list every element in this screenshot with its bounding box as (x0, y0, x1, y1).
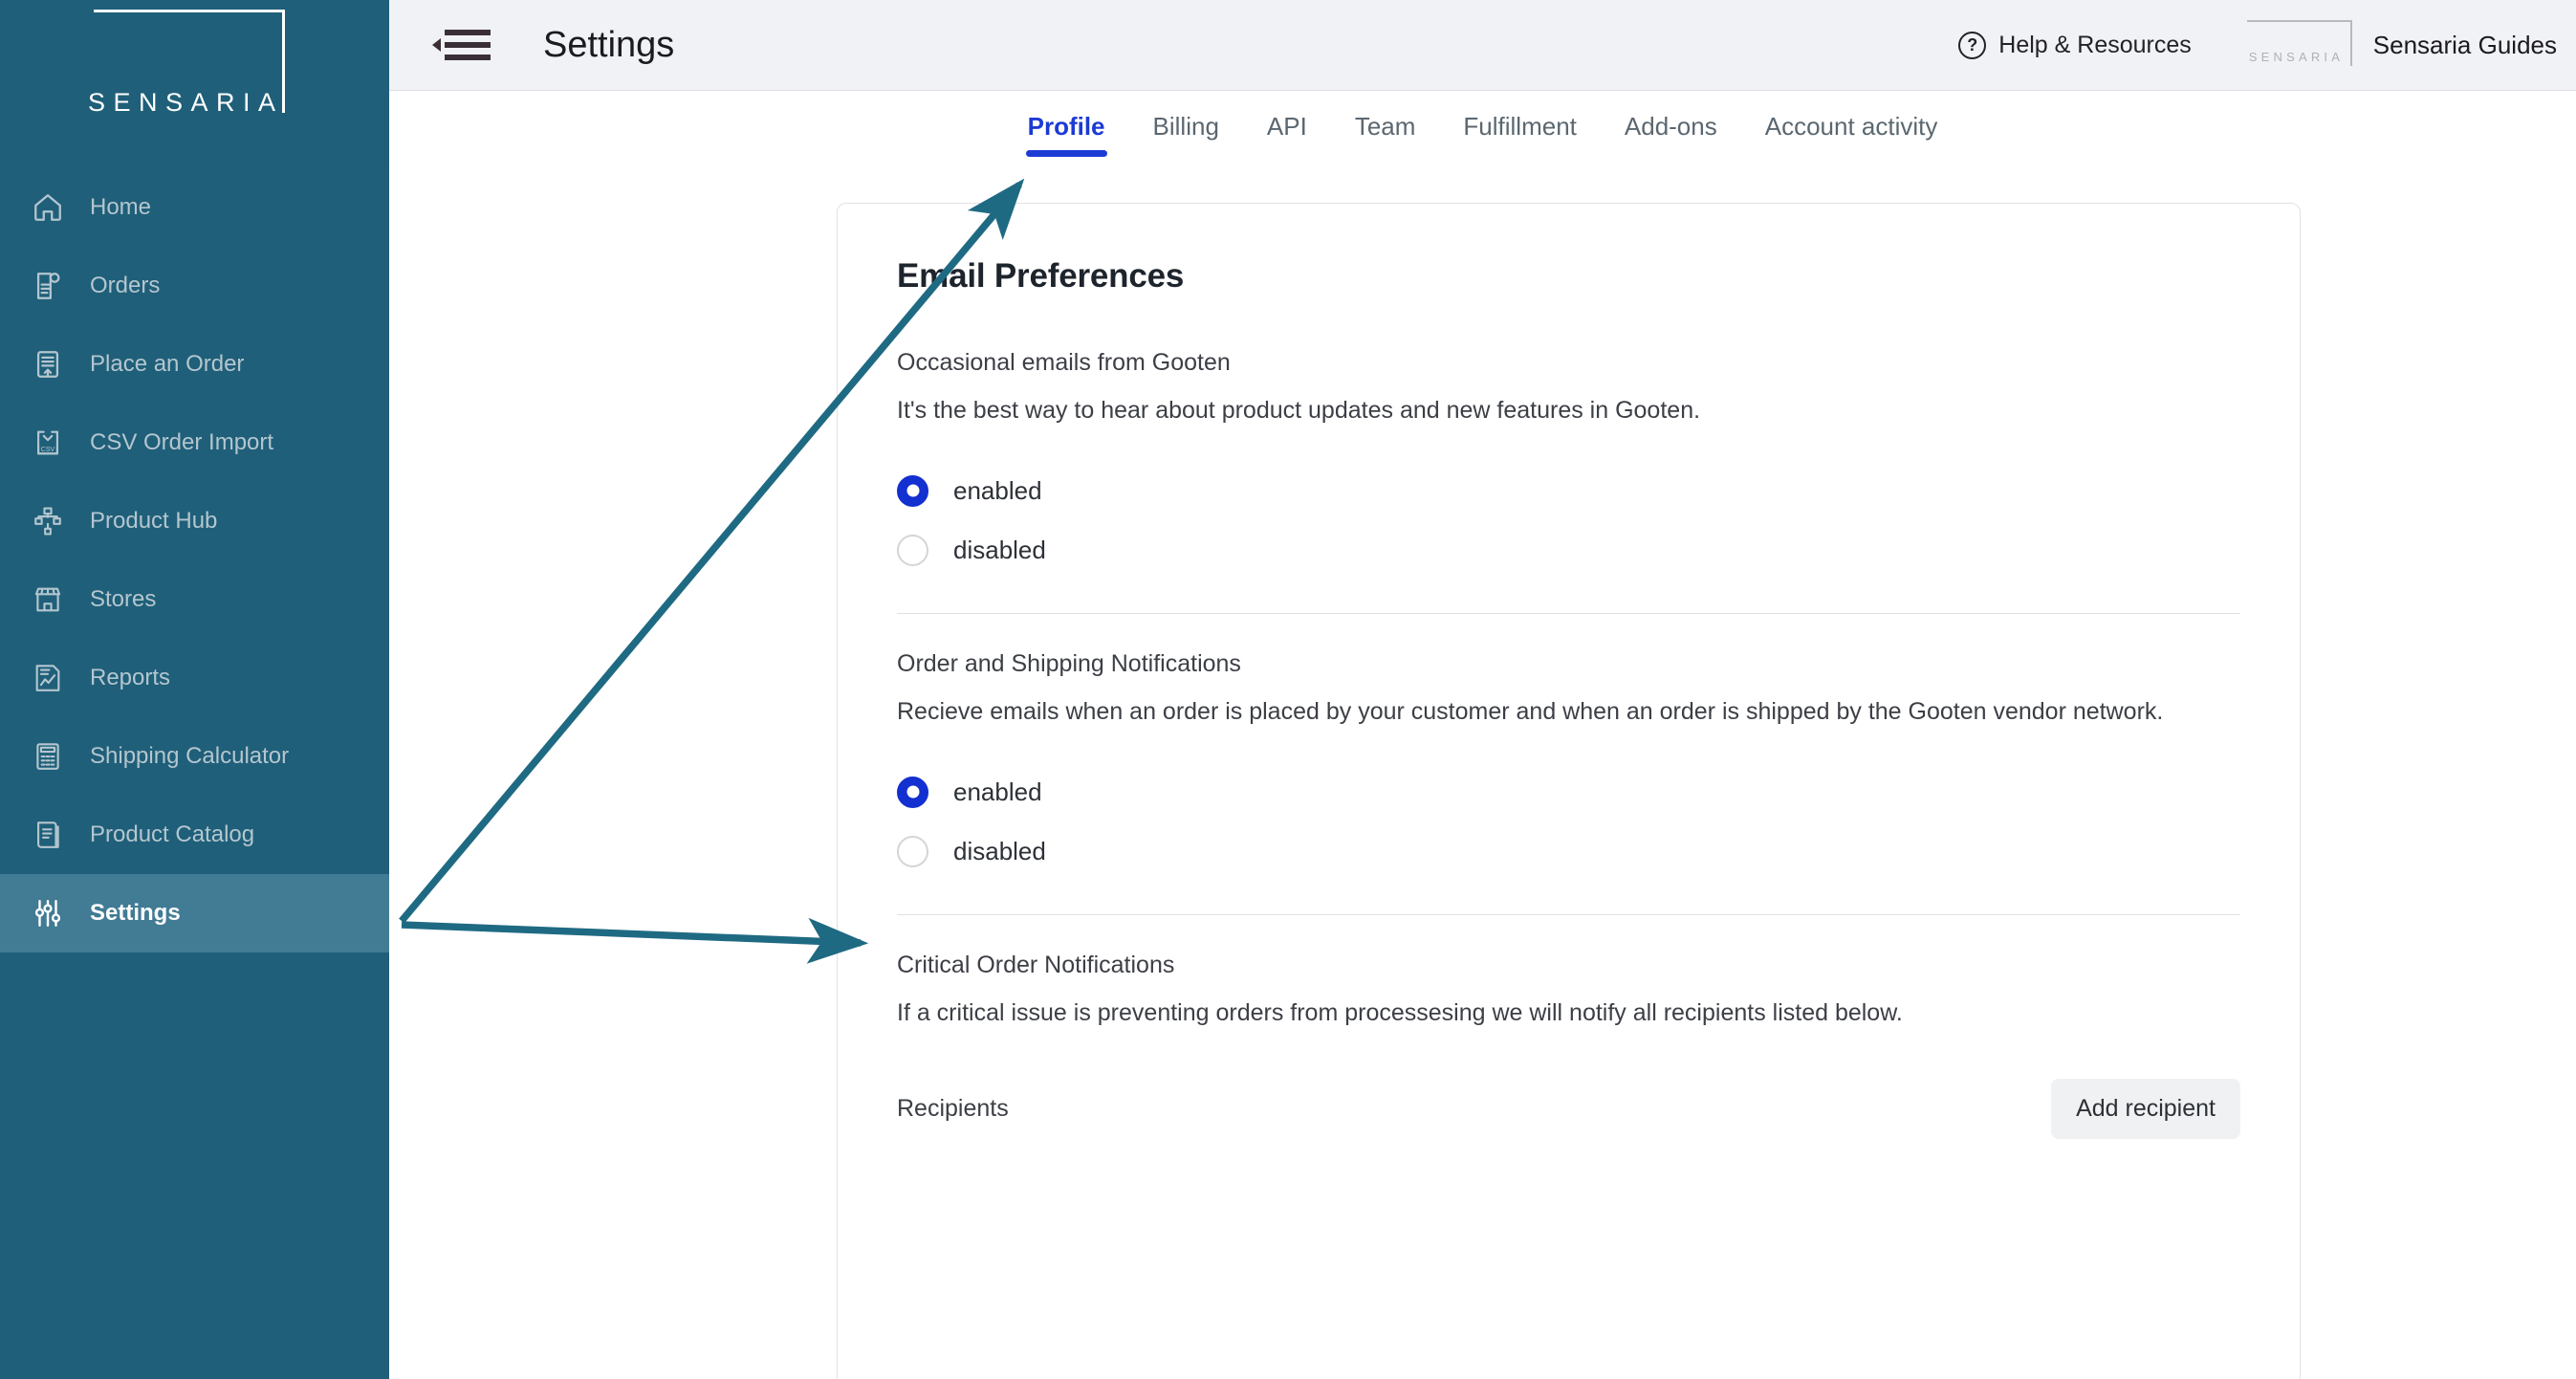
top-bar: Settings ? Help & Resources SENSARIA Sen… (389, 0, 2576, 91)
radio-label: disabled (953, 535, 1046, 564)
sidebar-item-label: Orders (90, 273, 161, 298)
app-root: SENSARIA Home Orders Place an Order CSV … (0, 0, 2576, 1379)
sensaria-mini-logo: SENSARIA (2246, 15, 2354, 75)
home-icon (27, 188, 69, 227)
recipients-label: Recipients (897, 1095, 1009, 1122)
radio-indicator[interactable] (897, 776, 928, 808)
tab-billing[interactable]: Billing (1129, 91, 1243, 142)
reports-icon (27, 659, 69, 697)
sidebar-item-label: Shipping Calculator (90, 743, 290, 769)
sidebar-item-label: Stores (90, 586, 157, 612)
preference-label: Order and Shipping Notifications (897, 650, 1241, 677)
csv-import-icon: CSV (27, 424, 69, 462)
radio-option-disabled[interactable]: disabled (897, 821, 2240, 881)
sidebar-item-home[interactable]: Home (0, 168, 389, 247)
sidebar: SENSARIA Home Orders Place an Order CSV … (0, 0, 389, 1379)
radio-label: disabled (953, 836, 1046, 865)
sidebar-item-product-catalog[interactable]: Product Catalog (0, 796, 389, 874)
email-preferences-card: Email Preferences Occasional emails from… (837, 203, 2301, 1379)
section-divider (897, 914, 2240, 915)
product-hub-icon (27, 502, 69, 540)
sidebar-item-settings[interactable]: Settings (0, 874, 389, 952)
main-region: Settings ? Help & Resources SENSARIA Sen… (389, 0, 2576, 1379)
radio-indicator[interactable] (897, 534, 928, 566)
radio-option-enabled[interactable]: enabled (897, 762, 2240, 821)
critical-description: If a critical issue is preventing orders… (897, 999, 1903, 1026)
radio-indicator[interactable] (897, 474, 928, 507)
tab-team[interactable]: Team (1331, 91, 1440, 142)
mini-logo-text: SENSARIA (2248, 50, 2345, 64)
add-recipient-button[interactable]: Add recipient (2051, 1079, 2240, 1139)
preference-description: It's the best way to hear about product … (897, 397, 1701, 424)
hamburger-bars (445, 30, 491, 60)
settings-tabbar: Profile Billing API Team Fulfillment Add… (389, 91, 2576, 169)
section-divider (897, 613, 2240, 614)
sidebar-item-place-an-order[interactable]: Place an Order (0, 325, 389, 404)
preference-label: Occasional emails from Gooten (897, 349, 1231, 376)
card-title: Email Preferences (897, 257, 1185, 295)
tab-account-activity[interactable]: Account activity (1741, 91, 1962, 142)
stores-icon (27, 580, 69, 619)
radio-option-disabled[interactable]: disabled (897, 520, 2240, 580)
radio-indicator[interactable] (897, 835, 928, 867)
sidebar-nav: Home Orders Place an Order CSV CSV Order… (0, 168, 389, 952)
preference-section-order-shipping: Order and Shipping Notifications Recieve… (897, 650, 2240, 881)
sidebar-item-orders[interactable]: Orders (0, 247, 389, 325)
guides-label: Sensaria Guides (2372, 30, 2557, 59)
content-area: Email Preferences Occasional emails from… (389, 169, 2576, 1379)
sidebar-item-reports[interactable]: Reports (0, 639, 389, 717)
tab-label: Account activity (1764, 112, 1938, 141)
sensaria-guides-link[interactable]: SENSARIA Sensaria Guides (2246, 15, 2557, 75)
logo-text: SENSARIA (88, 88, 284, 117)
sidebar-item-label: Product Hub (90, 508, 218, 534)
tab-api[interactable]: API (1243, 91, 1331, 142)
question-circle-icon: ? (1958, 31, 1987, 59)
sidebar-item-label: Place an Order (90, 351, 245, 377)
tab-label: Fulfillment (1463, 112, 1577, 141)
tab-fulfillment[interactable]: Fulfillment (1439, 91, 1600, 142)
tab-label: API (1266, 112, 1307, 141)
top-bar-right: ? Help & Resources SENSARIA Sensaria Gui… (1958, 0, 2576, 91)
collapse-hamburger-icon[interactable] (432, 30, 491, 60)
sidebar-item-product-hub[interactable]: Product Hub (0, 482, 389, 560)
preference-section-occasional-emails: Occasional emails from Gooten It's the b… (897, 349, 2240, 580)
svg-text:CSV: CSV (41, 446, 55, 453)
brand-logo[interactable]: SENSARIA (0, 0, 389, 142)
sidebar-item-label: Home (90, 194, 152, 220)
orders-icon (27, 267, 69, 305)
help-label: Help & Resources (1998, 31, 2192, 58)
tab-add-ons[interactable]: Add-ons (1601, 91, 1741, 142)
sidebar-item-shipping-calculator[interactable]: Shipping Calculator (0, 717, 389, 796)
tab-label: Add-ons (1624, 112, 1717, 141)
chevron-left-icon (432, 38, 441, 52)
radio-label: enabled (953, 777, 1042, 806)
tab-label: Billing (1152, 112, 1219, 141)
sidebar-item-label: CSV Order Import (90, 429, 274, 455)
sidebar-item-label: Settings (90, 900, 181, 926)
recipients-row: Recipients Add recipient (897, 1079, 2240, 1139)
place-order-icon (27, 345, 69, 383)
product-catalog-icon (27, 816, 69, 854)
shipping-calculator-icon (27, 737, 69, 776)
tab-label: Team (1354, 112, 1416, 141)
tab-label: Profile (1027, 112, 1105, 141)
sidebar-item-csv-order-import[interactable]: CSV CSV Order Import (0, 404, 389, 482)
sidebar-item-label: Reports (90, 665, 171, 690)
radio-label: enabled (953, 475, 1042, 505)
radio-option-enabled[interactable]: enabled (897, 461, 2240, 520)
critical-label: Critical Order Notifications (897, 952, 1175, 978)
help-and-resources-link[interactable]: ? Help & Resources (1958, 31, 2192, 59)
settings-sliders-icon (27, 894, 69, 932)
sidebar-item-stores[interactable]: Stores (0, 560, 389, 639)
preference-section-critical-orders: Critical Order Notifications If a critic… (897, 952, 2240, 1139)
sidebar-item-label: Product Catalog (90, 821, 255, 847)
page-title: Settings (543, 24, 675, 65)
tab-profile[interactable]: Profile (1004, 91, 1129, 157)
preference-description: Recieve emails when an order is placed b… (897, 698, 2164, 725)
